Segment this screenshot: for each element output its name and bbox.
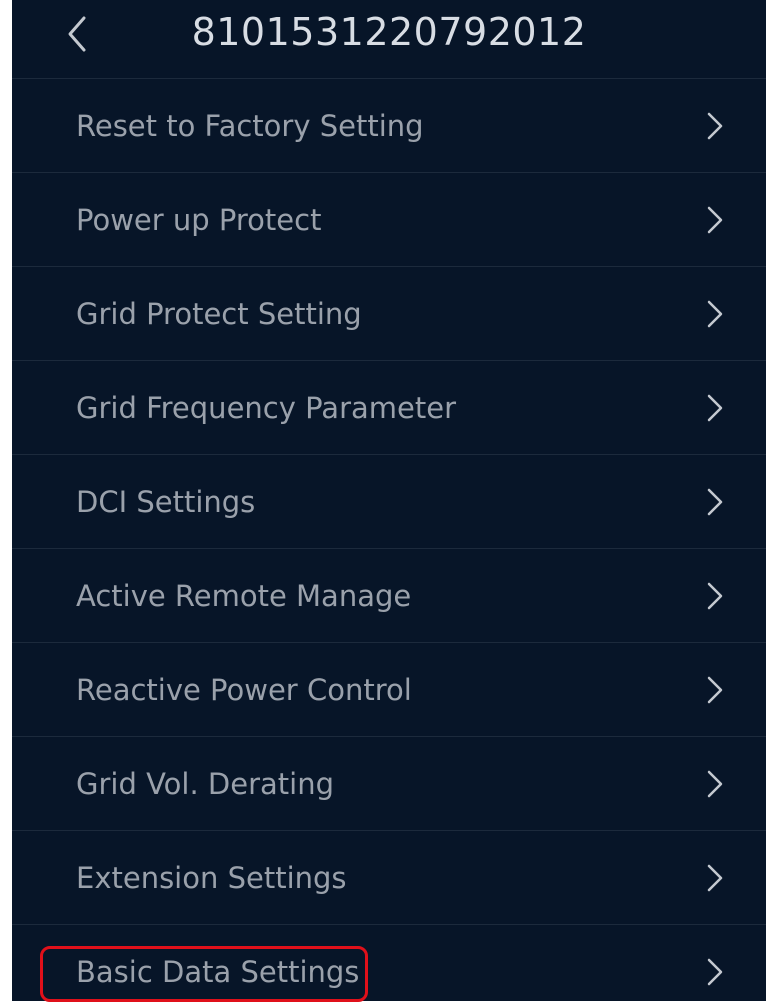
chevron-right-icon: [707, 770, 723, 797]
header-bar: 8101531220792012: [12, 0, 766, 79]
menu-item-label: Power up Protect: [76, 202, 322, 237]
chevron-right-icon: [707, 488, 723, 515]
menu-item-label: Reset to Factory Setting: [76, 108, 424, 143]
chevron-right-icon: [707, 394, 723, 421]
chevron-right-icon: [707, 300, 723, 327]
chevron-right-icon: [707, 676, 723, 703]
chevron-right-icon: [707, 112, 723, 139]
menu-item-label: Grid Frequency Parameter: [76, 390, 456, 425]
chevron-right-icon: [707, 582, 723, 609]
menu-item-label: Basic Data Settings: [76, 954, 360, 989]
menu-item-grid-protect-setting[interactable]: Grid Protect Setting: [12, 267, 766, 361]
menu-item-label: Grid Vol. Derating: [76, 766, 334, 801]
menu-item-active-remote-manage[interactable]: Active Remote Manage: [12, 549, 766, 643]
menu-item-grid-frequency-parameter[interactable]: Grid Frequency Parameter: [12, 361, 766, 455]
menu-item-grid-vol-derating[interactable]: Grid Vol. Derating: [12, 737, 766, 831]
chevron-right-icon: [707, 958, 723, 985]
settings-menu: Reset to Factory Setting Power up Protec…: [12, 79, 766, 1001]
menu-item-label: DCI Settings: [76, 484, 256, 519]
menu-item-power-up-protect[interactable]: Power up Protect: [12, 173, 766, 267]
menu-item-label: Active Remote Manage: [76, 578, 412, 613]
menu-item-dci-settings[interactable]: DCI Settings: [12, 455, 766, 549]
chevron-right-icon: [707, 206, 723, 233]
menu-item-label: Extension Settings: [76, 860, 347, 895]
page-title: 8101531220792012: [191, 10, 587, 54]
settings-screen: 8101531220792012 Reset to Factory Settin…: [12, 0, 766, 1001]
menu-item-reactive-power-control[interactable]: Reactive Power Control: [12, 643, 766, 737]
menu-item-reset-to-factory-setting[interactable]: Reset to Factory Setting: [12, 79, 766, 173]
menu-item-basic-data-settings[interactable]: Basic Data Settings: [12, 925, 766, 1001]
chevron-right-icon: [707, 864, 723, 891]
menu-item-extension-settings[interactable]: Extension Settings: [12, 831, 766, 925]
menu-item-label: Grid Protect Setting: [76, 296, 362, 331]
menu-item-label: Reactive Power Control: [76, 672, 412, 707]
